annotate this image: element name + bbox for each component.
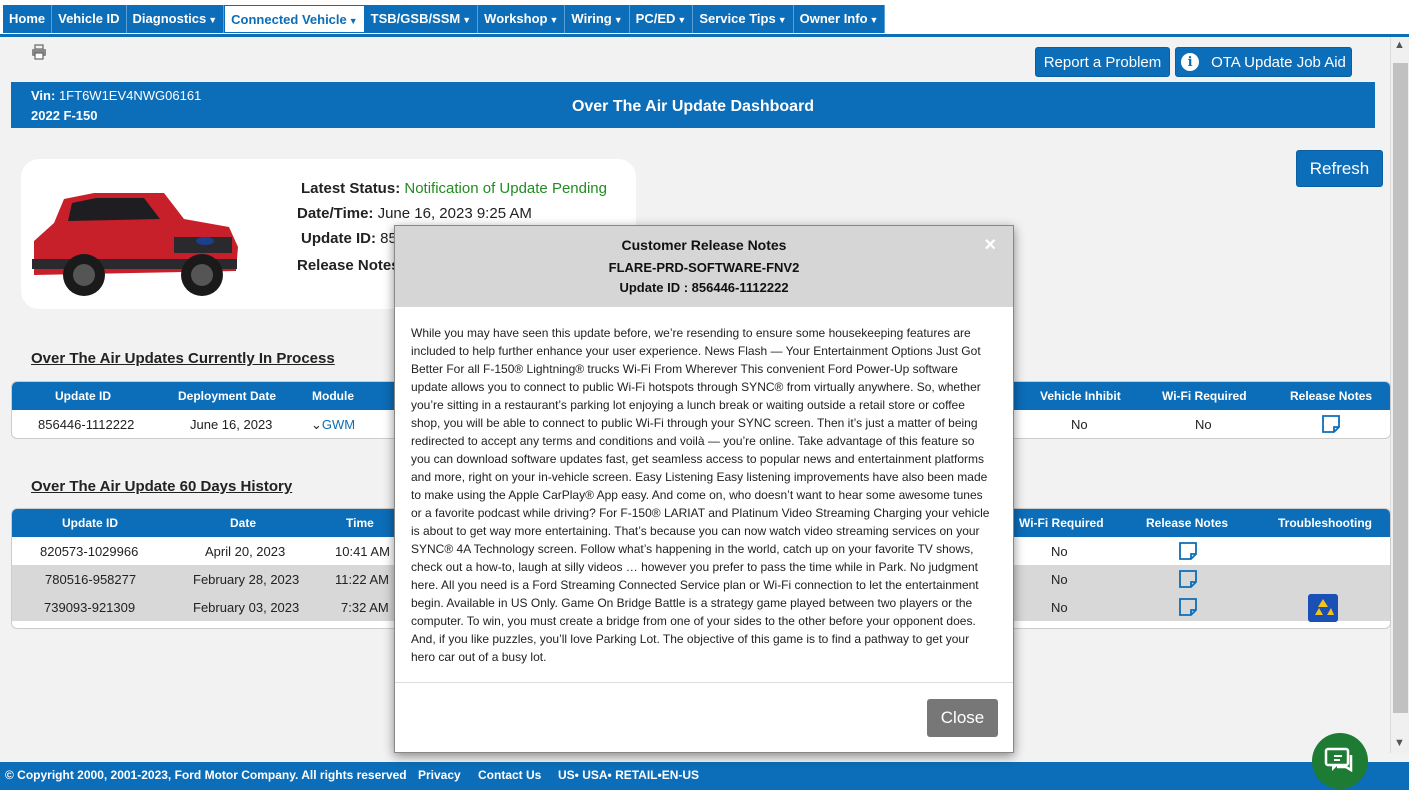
scroll-up-icon[interactable]: ▲ bbox=[1394, 39, 1405, 51]
copyright: © Copyright 2000, 2001-2023, Ford Motor … bbox=[5, 768, 407, 782]
scroll-thumb[interactable] bbox=[1393, 63, 1408, 713]
scroll-down-icon[interactable]: ▼ bbox=[1394, 737, 1405, 749]
top-nav: Home Vehicle ID Diagnostics ▼ Connected V… bbox=[0, 0, 1409, 37]
chat-icon bbox=[1324, 747, 1353, 773]
caret-down-icon: ▼ bbox=[613, 15, 623, 25]
nav-workshop[interactable]: Workshop ▼ bbox=[478, 5, 566, 33]
caret-down-icon: ▼ bbox=[677, 15, 687, 25]
caret-down-icon: ▼ bbox=[869, 15, 879, 25]
vertical-scrollbar[interactable]: ▲ ▼ bbox=[1390, 37, 1409, 753]
modal-header: Customer Release Notes FLARE-PRD-SOFTWAR… bbox=[395, 226, 1013, 307]
release-notes-modal: Customer Release Notes FLARE-PRD-SOFTWAR… bbox=[394, 225, 1014, 753]
nav-tsb[interactable]: TSB/GSB/SSM ▼ bbox=[364, 5, 479, 33]
page-title: Over The Air Update Dashboard bbox=[571, 98, 815, 115]
ota-job-aid-button[interactable]: i OTA Update Job Aid bbox=[1175, 47, 1352, 77]
dashboard-header: Vin: 1FT6W1EV4NWG06161 2022 F-150 Over T… bbox=[11, 82, 1375, 128]
caret-down-icon: ▼ bbox=[777, 15, 787, 25]
privacy-link[interactable]: Privacy bbox=[418, 768, 461, 782]
nav-vehicle-id[interactable]: Vehicle ID bbox=[52, 5, 127, 33]
caret-down-icon: ▼ bbox=[348, 16, 358, 26]
modal-title: Customer Release Notes bbox=[621, 237, 787, 253]
caret-down-icon: ▼ bbox=[549, 15, 559, 25]
nav-connected-vehicle[interactable]: Connected Vehicle ▼ bbox=[224, 5, 365, 33]
modal-subtitle: FLARE-PRD-SOFTWARE-FNV2 bbox=[608, 260, 800, 275]
in-process-title: Over The Air Updates Currently In Proces… bbox=[31, 350, 335, 367]
nav-menu: Home Vehicle ID Diagnostics ▼ Connected V… bbox=[3, 5, 886, 33]
release-notes-icon[interactable] bbox=[1179, 598, 1197, 616]
close-icon[interactable]: × bbox=[984, 234, 996, 257]
nav-diagnostics[interactable]: Diagnostics ▼ bbox=[126, 5, 225, 33]
troubleshoot-icon[interactable] bbox=[1308, 594, 1338, 622]
history-title: Over The Air Update 60 Days History bbox=[31, 478, 293, 495]
nav-pced[interactable]: PC/ED ▼ bbox=[629, 5, 694, 33]
caret-down-icon: ▼ bbox=[208, 15, 218, 25]
status-release-notes: Release Notes bbox=[297, 257, 400, 274]
modal-divider bbox=[395, 682, 1013, 683]
nav-home[interactable]: Home bbox=[3, 5, 53, 33]
module-toggle[interactable]: ⌄GWM bbox=[311, 417, 355, 433]
latest-status: Latest Status: Notification of Update Pe… bbox=[301, 180, 607, 197]
chat-button[interactable] bbox=[1312, 733, 1368, 789]
nav-owner-info[interactable]: Owner Info ▼ bbox=[793, 5, 886, 33]
modal-body-text: While you may have seen this update befo… bbox=[411, 326, 990, 664]
refresh-button[interactable]: Refresh bbox=[1296, 150, 1383, 187]
truck-image bbox=[32, 193, 238, 296]
contact-link[interactable]: Contact Us bbox=[478, 768, 541, 782]
release-notes-icon[interactable] bbox=[1179, 570, 1197, 588]
close-button[interactable]: Close bbox=[927, 699, 998, 737]
status-update-id: Update ID: 85 bbox=[301, 230, 397, 247]
status-datetime: Date/Time: June 16, 2023 9:25 AM bbox=[297, 205, 532, 222]
modal-update-id: Update ID : 856446-1112222 bbox=[619, 280, 789, 295]
nav-service-tips[interactable]: Service Tips ▼ bbox=[693, 5, 794, 33]
printer-icon[interactable] bbox=[31, 44, 47, 60]
release-notes-icon[interactable] bbox=[1322, 415, 1340, 433]
locale-text: US• USA• RETAIL•EN-US bbox=[558, 768, 700, 782]
footer: © Copyright 2000, 2001-2023, Ford Motor … bbox=[0, 762, 1409, 790]
release-notes-icon[interactable] bbox=[1179, 542, 1197, 560]
report-problem-button[interactable]: Report a Problem bbox=[1035, 47, 1170, 77]
info-icon: i bbox=[1181, 53, 1200, 71]
caret-down-icon: ▼ bbox=[462, 15, 472, 25]
chevron-down-icon: ⌄ bbox=[311, 417, 322, 432]
nav-wiring[interactable]: Wiring ▼ bbox=[565, 5, 630, 33]
